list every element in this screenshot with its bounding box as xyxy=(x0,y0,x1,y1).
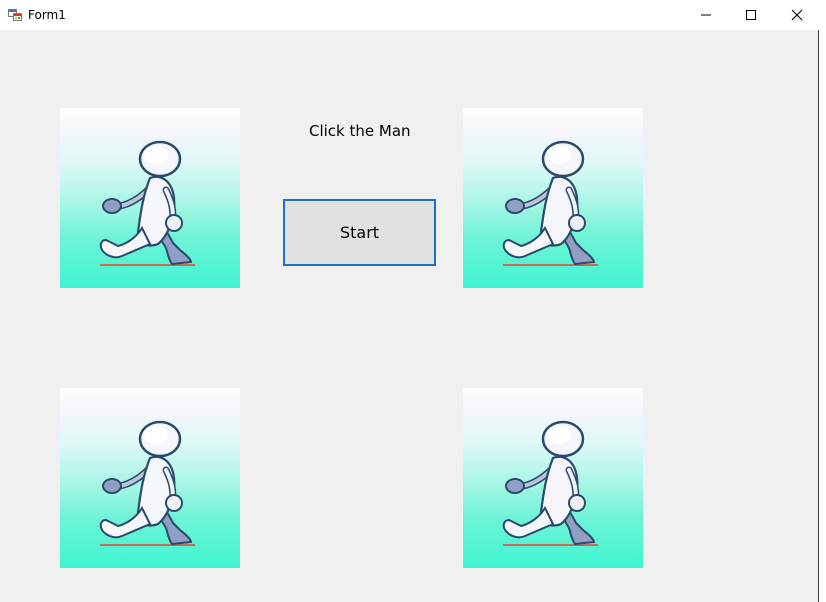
walking-man-figure-icon xyxy=(60,388,240,568)
walking-man-figure-icon xyxy=(463,388,643,568)
form-app-icon[interactable] xyxy=(8,8,22,22)
walking-man-figure-icon xyxy=(60,108,240,288)
start-button[interactable]: Start xyxy=(283,199,436,266)
man-picture-top-right[interactable] xyxy=(463,108,643,288)
window-right-border xyxy=(818,30,826,602)
title-bar[interactable]: Form1 xyxy=(0,0,826,30)
minimize-button[interactable] xyxy=(683,0,729,30)
close-icon xyxy=(791,9,803,21)
window-title: Form1 xyxy=(28,8,66,22)
maximize-button[interactable] xyxy=(728,0,774,30)
man-picture-bottom-left[interactable] xyxy=(60,388,240,568)
instruction-label: Click the Man xyxy=(309,122,411,140)
minimize-icon xyxy=(700,9,712,21)
man-picture-top-left[interactable] xyxy=(60,108,240,288)
close-button[interactable] xyxy=(774,0,820,30)
start-button-label: Start xyxy=(339,223,380,242)
maximize-icon xyxy=(745,9,757,21)
walking-man-figure-icon xyxy=(463,108,643,288)
man-picture-bottom-right[interactable] xyxy=(463,388,643,568)
window-right-border-line xyxy=(818,30,819,602)
